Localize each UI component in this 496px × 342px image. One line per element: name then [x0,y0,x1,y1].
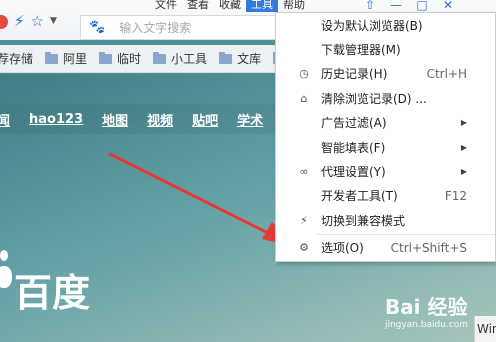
menu-item-shortcut: Ctrl+H [426,66,467,81]
gear-icon: ⚙ [299,241,309,255]
menu-item-clear-history[interactable]: ⌂ 清除浏览记录(D) ... [276,86,495,110]
menu-item-options[interactable]: ⚙ 选项(O) Ctrl+Shift+S [276,236,495,260]
menu-item-download-manager[interactable]: 下载管理器(M) [276,37,495,61]
menu-item-label: 下载管理器(M) [321,43,401,58]
link-icon: ∞ [299,165,309,179]
menu-item-label: 开发者工具(T) [321,189,398,204]
menu-item-label: 设为默认浏览器(B) [321,18,423,33]
submenu-arrow-icon: ▶ [460,142,467,152]
edge-window-text: Win [477,322,496,336]
menu-item-label: 代理设置(Y) [321,165,386,180]
menu-item-label: 切换到兼容模式 [321,213,406,228]
broom-icon: ⌂ [300,91,308,105]
clock-icon: ◷ [299,67,309,81]
menu-item-label: 广告过滤(A) [321,116,387,131]
menu-item-label: 历史记录(H) [321,67,388,82]
submenu-arrow-icon: ▶ [460,118,467,128]
menu-item-shortcut: Ctrl+Shift+S [390,240,467,255]
menu-item-label: 清除浏览记录(D) ... [321,91,427,106]
edge-window: Win [474,316,496,342]
menu-item-dev-tools[interactable]: 开发者工具(T) F12 [276,184,495,208]
tools-menu: 设为默认浏览器(B) 下载管理器(M) ◷ 历史记录(H) Ctrl+H ⌂ 清… [275,12,496,262]
menu-item-label: 选项(O) [321,241,364,256]
menu-item-proxy[interactable]: ∞ 代理设置(Y) ▶ [276,159,495,183]
menu-item-shortcut: F12 [444,188,467,203]
menu-item-autofill[interactable]: 智能填表(F) ▶ [276,135,495,159]
menu-item-label: 智能填表(F) [321,140,386,155]
menu-separator [316,233,495,235]
submenu-arrow-icon: ▶ [460,167,467,177]
menu-item-ad-filter[interactable]: 广告过滤(A) ▶ [276,111,495,135]
menu-item-history[interactable]: ◷ 历史记录(H) Ctrl+H [276,62,495,86]
menu-item-set-default-browser[interactable]: 设为默认浏览器(B) [276,13,495,37]
menu-item-compat-mode[interactable]: ⚡ 切换到兼容模式 [276,208,495,232]
bolt-icon: ⚡ [300,213,308,227]
